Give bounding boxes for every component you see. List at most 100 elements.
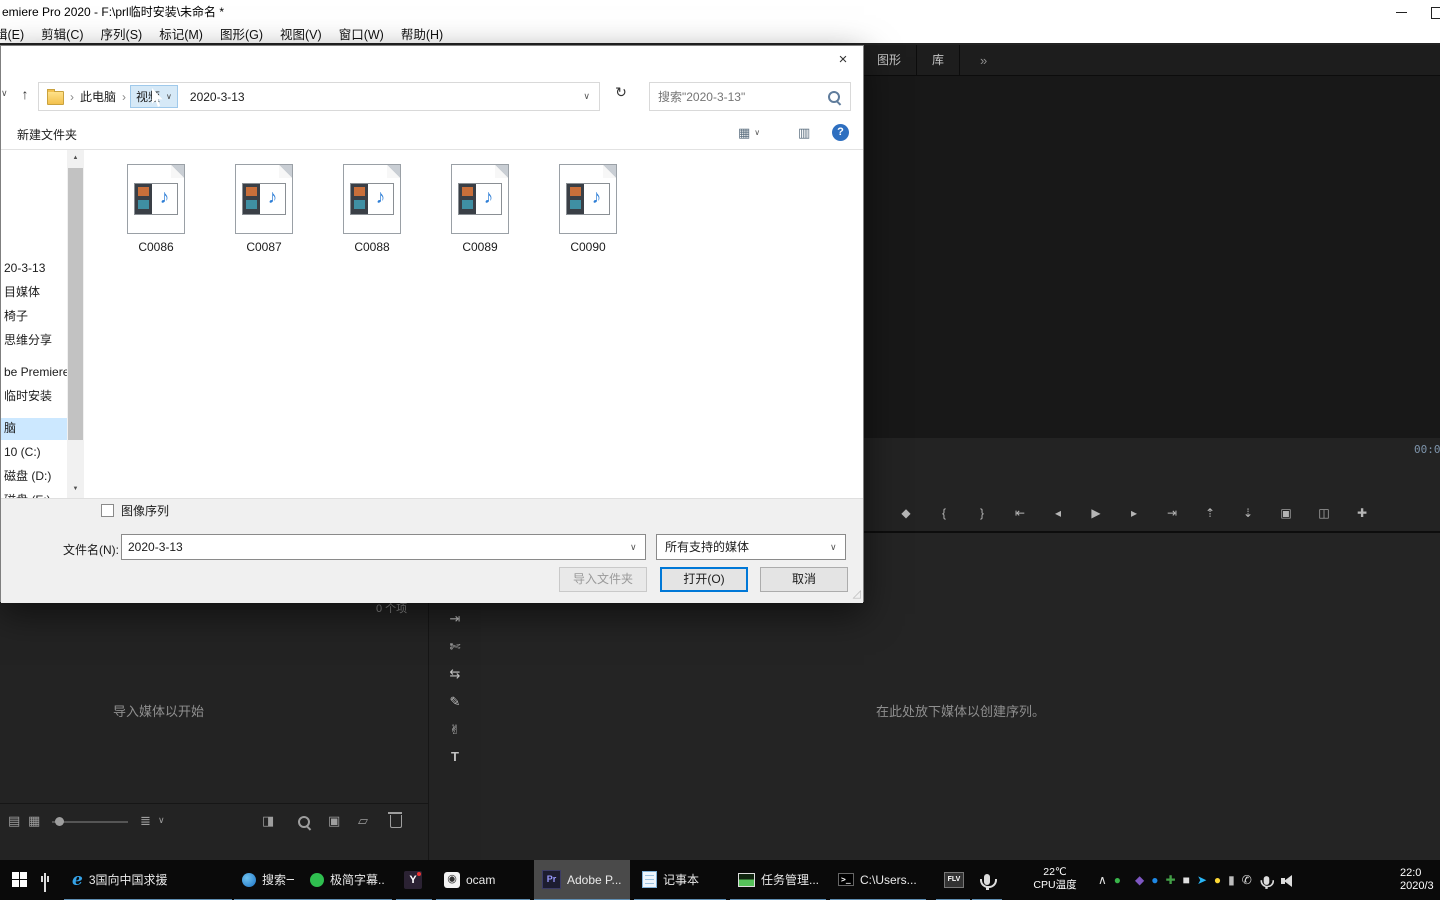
preview-pane-icon[interactable]: ▥ xyxy=(798,125,810,141)
sidebar-item[interactable]: 目媒体 xyxy=(1,282,67,302)
slip-tool-icon[interactable]: ⇆ xyxy=(429,666,481,682)
sort-dropdown-icon[interactable]: ∨ xyxy=(158,815,165,826)
cancel-button[interactable]: 取消 xyxy=(760,567,848,592)
menu-help[interactable]: 帮助(H) xyxy=(401,24,443,43)
tray-microphone-icon[interactable] xyxy=(1260,875,1274,889)
type-tool-icon[interactable]: T xyxy=(429,749,481,764)
menu-sequence[interactable]: 序列(S) xyxy=(101,24,143,43)
resize-grip[interactable]: ◿ xyxy=(853,587,861,600)
track-select-tool-icon[interactable]: ⇥ xyxy=(429,611,481,627)
automate-to-sequence-icon[interactable]: ◨ xyxy=(262,813,274,829)
menu-marker[interactable]: 标记(M) xyxy=(159,24,203,43)
filetype-select[interactable]: 所有支持的媒体 xyxy=(656,534,846,560)
task-view-button[interactable] xyxy=(44,873,46,892)
go-to-in-icon[interactable]: ⇤ xyxy=(1014,506,1026,520)
taskbar-app-search[interactable]: 搜索一下 xyxy=(234,860,302,900)
sidebar-item[interactable]: 磁盘 (E:) xyxy=(1,490,67,498)
tray-icon[interactable]: ➤ xyxy=(1197,873,1207,887)
tray-phone-icon[interactable]: ✆ xyxy=(1242,873,1252,887)
new-folder-button[interactable]: 新建文件夹 xyxy=(17,126,77,143)
breadcrumb-this-pc[interactable]: 此电脑 xyxy=(74,88,122,105)
image-sequence-checkbox[interactable] xyxy=(101,504,114,517)
list-view-icon[interactable]: ▤ xyxy=(8,813,20,829)
tray-icon[interactable]: ● xyxy=(1214,873,1221,887)
tray-icon[interactable]: ● xyxy=(1151,873,1158,887)
tab-graphics[interactable]: 图形 xyxy=(862,45,918,75)
zoom-slider[interactable] xyxy=(52,817,128,826)
new-item-icon[interactable]: ▱ xyxy=(358,813,368,829)
extract-icon[interactable]: ⇣ xyxy=(1242,506,1254,520)
up-folder-icon[interactable]: ↑ xyxy=(14,86,36,108)
help-icon[interactable]: ? xyxy=(832,124,849,141)
taskbar-app-cmd[interactable]: >_ C:\Users... xyxy=(830,860,926,900)
mark-in-icon[interactable]: { xyxy=(938,506,950,520)
address-bar[interactable]: › 此电脑 › 视频 ∨ 2020-3-13 ∨ xyxy=(38,82,600,111)
tray-icon[interactable]: ◆ xyxy=(1135,873,1144,887)
address-dropdown-icon[interactable]: ∨ xyxy=(583,91,599,102)
sidebar-item-this-pc[interactable]: 脑 xyxy=(1,418,67,440)
sidebar-item[interactable]: 思维分享 xyxy=(1,330,67,350)
comparison-view-icon[interactable]: ◫ xyxy=(1318,506,1330,520)
sidebar-item[interactable]: 椅子 xyxy=(1,306,67,326)
import-folder-button[interactable]: 导入文件夹 xyxy=(559,567,647,592)
minimize-icon[interactable] xyxy=(1396,12,1407,13)
razor-tool-icon[interactable]: ✄ xyxy=(429,639,481,655)
add-marker-icon[interactable]: ◆ xyxy=(900,506,912,520)
taskbar-app-taskmgr[interactable]: 任务管理... xyxy=(730,860,826,900)
sidebar-item[interactable]: be Premiere xyxy=(1,362,67,382)
menu-edit[interactable]: 辑(E) xyxy=(0,24,24,43)
tab-library[interactable]: 库 xyxy=(917,45,961,75)
tab-overflow-icon[interactable]: » xyxy=(980,53,987,68)
scroll-down-icon[interactable]: ▼ xyxy=(67,481,84,498)
step-forward-icon[interactable]: ▸ xyxy=(1128,506,1140,520)
filename-input[interactable] xyxy=(121,534,646,560)
show-hidden-icons[interactable]: ∧ xyxy=(1098,873,1107,887)
chevron-down-icon[interactable]: ∨ xyxy=(166,92,172,101)
filetype-dropdown-icon[interactable]: ∨ xyxy=(830,542,837,553)
file-item[interactable]: ♪ C0090 xyxy=(540,164,636,254)
sidebar-item[interactable]: 磁盘 (D:) xyxy=(1,466,67,486)
zoom-slider-knob[interactable] xyxy=(55,817,64,826)
sidebar-item[interactable]: 20-3-13 xyxy=(1,258,67,278)
file-item[interactable]: ♪ C0089 xyxy=(432,164,528,254)
sidebar-item[interactable]: 10 (C:) xyxy=(1,442,67,462)
scroll-up-icon[interactable]: ▲ xyxy=(67,150,84,167)
scrollbar-thumb[interactable] xyxy=(68,168,83,440)
filename-dropdown-icon[interactable]: ∨ xyxy=(630,542,637,553)
taskbar-app-y[interactable]: Y xyxy=(396,860,432,900)
menu-graphics[interactable]: 图形(G) xyxy=(220,24,263,43)
history-chevron-icon[interactable]: ∨ xyxy=(1,88,8,99)
taskbar-app-recorder[interactable] xyxy=(972,860,1002,900)
search-box[interactable]: 搜索"2020-3-13" xyxy=(649,82,851,111)
find-icon[interactable] xyxy=(298,816,310,828)
breadcrumb-current-folder[interactable]: 2020-3-13 xyxy=(184,90,251,104)
open-button[interactable]: 打开(O) xyxy=(660,567,748,592)
taskbar-app-flv[interactable]: FLV xyxy=(936,860,970,900)
mark-out-icon[interactable]: } xyxy=(976,506,988,520)
maximize-icon[interactable] xyxy=(1431,7,1440,19)
sort-icon[interactable]: ≣ xyxy=(140,813,151,829)
taskbar-app-browser[interactable]: e 3国向中国求援 xyxy=(64,860,232,900)
change-view-button[interactable]: ▦ ∨ xyxy=(738,125,760,141)
tray-icon[interactable]: ▮ xyxy=(1228,873,1235,887)
play-icon[interactable]: ▶ xyxy=(1090,506,1102,520)
search-input[interactable]: 搜索"2020-3-13" xyxy=(650,88,745,105)
sidebar-item[interactable]: 临时安装 xyxy=(1,386,67,406)
taskbar-app-ocam[interactable]: ◉ ocam xyxy=(436,860,530,900)
taskbar-app-subtitle[interactable]: 极简字幕... xyxy=(302,860,392,900)
file-item[interactable]: ♪ C0088 xyxy=(324,164,420,254)
go-to-out-icon[interactable]: ⇥ xyxy=(1166,506,1178,520)
clear-trash-icon[interactable] xyxy=(388,812,402,828)
taskbar-app-notepad[interactable]: 记事本 xyxy=(634,860,726,900)
step-back-icon[interactable]: ◂ xyxy=(1052,506,1064,520)
new-bin-icon[interactable]: ▣ xyxy=(328,813,340,829)
lift-icon[interactable]: ⇡ xyxy=(1204,506,1216,520)
start-button[interactable] xyxy=(12,872,27,887)
tray-icon[interactable]: ■ xyxy=(1183,873,1190,887)
export-frame-icon[interactable]: ▣ xyxy=(1280,506,1292,520)
file-item[interactable]: ♪ C0086 xyxy=(108,164,204,254)
refresh-icon[interactable]: ↻ xyxy=(607,84,635,110)
hand-tool-icon[interactable]: ✌ xyxy=(429,722,481,738)
menu-clip[interactable]: 剪辑(C) xyxy=(41,24,83,43)
file-item[interactable]: ♪ C0087 xyxy=(216,164,312,254)
